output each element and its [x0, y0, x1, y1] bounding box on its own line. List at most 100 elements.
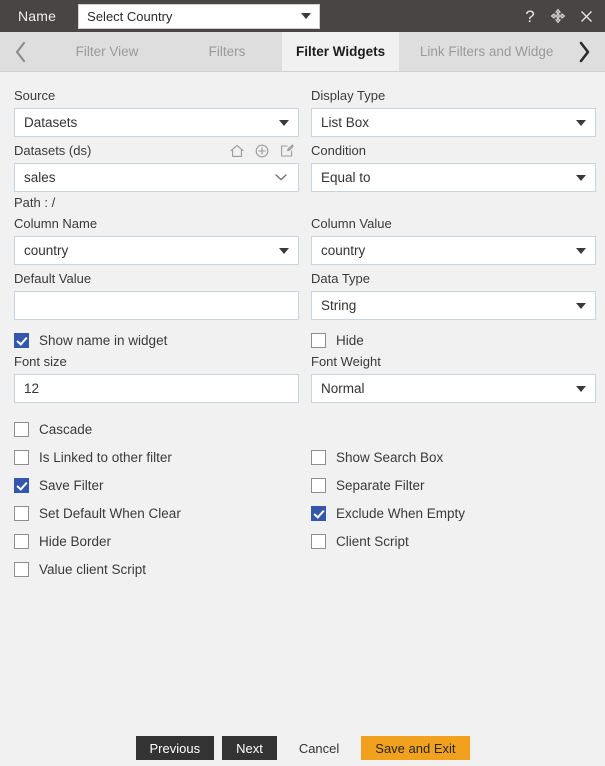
checkbox-box[interactable]	[14, 534, 29, 549]
tab-scroll-right-button[interactable]	[563, 32, 605, 71]
chevron-down-icon	[279, 248, 289, 254]
checkbox-hide[interactable]: Hide	[311, 333, 596, 348]
save-and-exit-button[interactable]: Save and Exit	[361, 736, 469, 760]
dialog-footer: Previous Next Cancel Save and Exit	[0, 730, 605, 766]
empty-cell	[311, 422, 596, 437]
checkbox-value-client-script[interactable]: Value client Script	[14, 562, 299, 577]
condition-select[interactable]: Equal to	[311, 163, 596, 192]
row-font-settings: Font size 12 Font Weight Normal	[14, 348, 591, 403]
tab-filter-widgets[interactable]: Filter Widgets	[282, 32, 399, 71]
font-size-label: Font size	[14, 354, 299, 370]
row-showname-hide: Show name in widget Hide	[14, 333, 591, 348]
checkbox-box[interactable]	[14, 333, 29, 348]
datasets-select[interactable]: sales	[14, 163, 299, 192]
column-name-label: Column Name	[14, 216, 299, 232]
checkbox-set-default-when-clear[interactable]: Set Default When Clear	[14, 506, 299, 521]
checkbox-box[interactable]	[311, 333, 326, 348]
display-type-select[interactable]: List Box	[311, 108, 596, 137]
checkbox-label: Cascade	[39, 422, 92, 437]
tabs-container: Filter View Filters Filter Widgets Link …	[42, 32, 563, 71]
chevron-down-icon	[576, 303, 586, 309]
add-circle-icon[interactable]	[254, 143, 270, 159]
row-hideborder-clientscript: Hide Border Client Script	[14, 534, 591, 549]
font-weight-select[interactable]: Normal	[311, 374, 596, 403]
source-label: Source	[14, 88, 299, 104]
column-value-select[interactable]: country	[311, 236, 596, 265]
datasets-icon-group	[229, 143, 299, 159]
font-weight-label: Font Weight	[311, 354, 596, 370]
question-mark-icon[interactable]: ?	[521, 7, 539, 25]
checkbox-box[interactable]	[311, 534, 326, 549]
checkbox-box[interactable]	[14, 562, 29, 577]
checkbox-box[interactable]	[14, 478, 29, 493]
edit-icon[interactable]	[279, 143, 295, 159]
cancel-button[interactable]: Cancel	[285, 736, 353, 760]
next-button[interactable]: Next	[222, 736, 277, 760]
tab-filters[interactable]: Filters	[172, 32, 282, 71]
font-size-input[interactable]: 12	[14, 374, 299, 403]
checkbox-label: Separate Filter	[336, 478, 425, 493]
name-input-value: Select Country	[87, 9, 301, 24]
checkbox-label: Client Script	[336, 534, 409, 549]
checkbox-label: Hide	[336, 333, 364, 348]
checkbox-hide-border[interactable]: Hide Border	[14, 534, 299, 549]
checkbox-separate-filter[interactable]: Separate Filter	[311, 478, 596, 493]
name-label: Name	[18, 8, 56, 24]
chevron-down-icon	[576, 175, 586, 181]
chevron-down-icon	[279, 120, 289, 126]
column-name-select[interactable]: country	[14, 236, 299, 265]
home-icon[interactable]	[229, 143, 245, 159]
row-source-displaytype: Source Datasets Display Type List Box	[14, 82, 591, 137]
source-select[interactable]: Datasets	[14, 108, 299, 137]
condition-value: Equal to	[321, 170, 576, 185]
checkbox-client-script[interactable]: Client Script	[311, 534, 596, 549]
display-type-label: Display Type	[311, 88, 596, 104]
close-icon[interactable]	[577, 7, 595, 25]
move-icon[interactable]	[549, 7, 567, 25]
checkbox-label: Show name in widget	[39, 333, 167, 348]
previous-button[interactable]: Previous	[136, 736, 215, 760]
field-column-name: Column Name country	[14, 210, 299, 265]
checkbox-box[interactable]	[311, 450, 326, 465]
checkbox-is-linked-to-other-filter[interactable]: Is Linked to other filter	[14, 450, 299, 465]
datasets-value: sales	[24, 170, 273, 185]
row-value-client-script: Value client Script	[14, 562, 591, 577]
checkbox-box[interactable]	[311, 506, 326, 521]
checkbox-show-search-box[interactable]: Show Search Box	[311, 450, 596, 465]
column-name-value: country	[24, 243, 279, 258]
checkbox-label: Exclude When Empty	[336, 506, 465, 521]
tab-filter-view[interactable]: Filter View	[42, 32, 172, 71]
field-condition: Condition Equal to	[311, 137, 596, 210]
dataset-path: Path : /	[14, 195, 299, 210]
default-value-input[interactable]	[14, 291, 299, 320]
condition-label-row: Condition	[311, 143, 596, 159]
condition-label: Condition	[311, 143, 366, 159]
chevron-down-icon	[576, 248, 586, 254]
row-cascade: Cascade	[14, 422, 591, 437]
tab-scroll-left-button[interactable]	[0, 32, 42, 71]
row-islinked-searchbox: Is Linked to other filter Show Search Bo…	[14, 450, 591, 465]
spacer	[14, 403, 591, 409]
row-default-datatype: Default Value Data Type String	[14, 265, 591, 320]
tab-strip: Filter View Filters Filter Widgets Link …	[0, 32, 605, 72]
datasets-label: Datasets (ds)	[14, 143, 91, 159]
chevron-down-icon	[576, 386, 586, 392]
row-savefilter-separatefilter: Save Filter Separate Filter	[14, 478, 591, 493]
chevron-down-icon	[273, 170, 289, 185]
font-size-value: 12	[24, 381, 289, 396]
name-input[interactable]: Select Country	[78, 4, 320, 29]
checkbox-cascade[interactable]: Cascade	[14, 422, 299, 437]
checkbox-box[interactable]	[14, 450, 29, 465]
tab-link-filters-and-widgets[interactable]: Link Filters and Widge	[399, 32, 563, 71]
checkbox-label: Is Linked to other filter	[39, 450, 172, 465]
checkbox-box[interactable]	[14, 506, 29, 521]
checkbox-box[interactable]	[14, 422, 29, 437]
field-default-value: Default Value	[14, 265, 299, 320]
checkbox-save-filter[interactable]: Save Filter	[14, 478, 299, 493]
checkbox-label: Show Search Box	[336, 450, 443, 465]
checkbox-exclude-when-empty[interactable]: Exclude When Empty	[311, 506, 596, 521]
data-type-select[interactable]: String	[311, 291, 596, 320]
checkbox-box[interactable]	[311, 478, 326, 493]
empty-cell	[311, 562, 596, 577]
checkbox-show-name-in-widget[interactable]: Show name in widget	[14, 333, 299, 348]
